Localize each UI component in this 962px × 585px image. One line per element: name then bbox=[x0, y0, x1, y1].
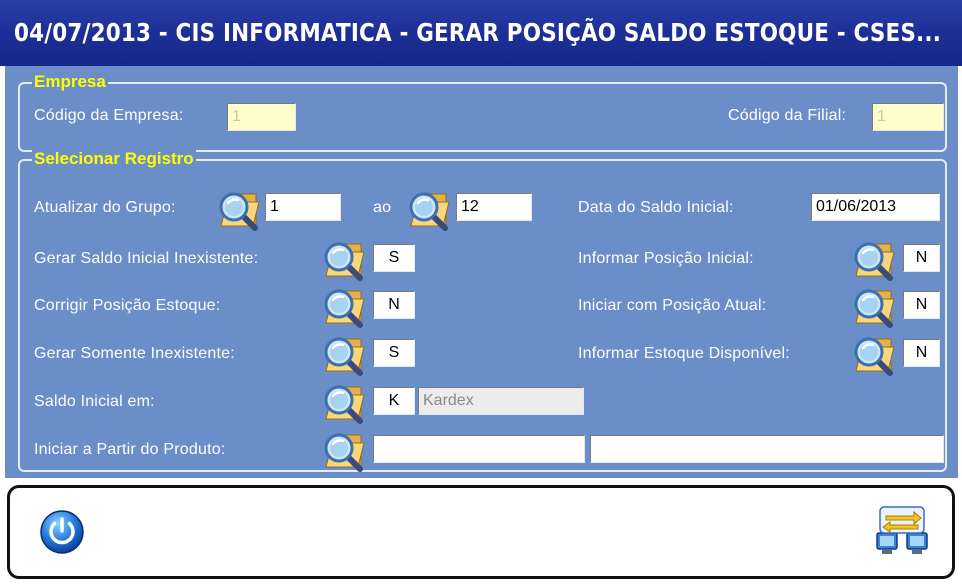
action-bar bbox=[7, 485, 955, 579]
codigo-filial-field[interactable]: 1 bbox=[872, 103, 944, 131]
gerar-saldo-inexistente-picker-icon[interactable] bbox=[320, 235, 370, 283]
gerar-somente-inexistente-field[interactable]: S bbox=[373, 339, 415, 367]
corrigir-posicao-label: Corrigir Posição Estoque: bbox=[34, 297, 221, 314]
gerar-somente-inexistente-label: Gerar Somente Inexistente: bbox=[34, 345, 235, 362]
gerar-saldo-inexistente-label: Gerar Saldo Inicial Inexistente: bbox=[34, 250, 259, 267]
window-title-bar: 04/07/2013 - CIS INFORMATICA - GERAR POS… bbox=[0, 0, 962, 66]
gerar-somente-inexistente-picker-icon[interactable] bbox=[320, 330, 370, 378]
iniciar-posicao-atual-picker-icon[interactable] bbox=[850, 282, 900, 330]
informar-posicao-inicial-field[interactable]: N bbox=[903, 244, 940, 272]
empresa-legend: Empresa bbox=[32, 72, 108, 92]
informar-posicao-inicial-picker-icon[interactable] bbox=[850, 235, 900, 283]
iniciar-partir-produto-desc-field bbox=[590, 435, 944, 463]
grupo-de-picker-icon[interactable] bbox=[215, 185, 265, 233]
grupo-ate-picker-icon[interactable] bbox=[405, 185, 455, 233]
ao-label: ao bbox=[373, 199, 392, 216]
codigo-empresa-label: Código da Empresa: bbox=[34, 107, 184, 124]
window-title: 04/07/2013 - CIS INFORMATICA - GERAR POS… bbox=[14, 18, 942, 47]
atualizar-grupo-label: Atualizar do Grupo: bbox=[34, 199, 176, 216]
iniciar-partir-produto-label: Iniciar a Partir do Produto: bbox=[34, 441, 226, 458]
informar-posicao-inicial-label: Informar Posição Inicial: bbox=[578, 250, 754, 267]
iniciar-posicao-atual-field[interactable]: N bbox=[903, 291, 940, 319]
corrigir-posicao-picker-icon[interactable] bbox=[320, 282, 370, 330]
selecionar-registro-group: Selecionar Registro Atualizar do Grupo: … bbox=[18, 149, 947, 474]
data-saldo-inicial-field[interactable]: 01/06/2013 bbox=[811, 193, 940, 221]
selecionar-registro-legend: Selecionar Registro bbox=[32, 149, 196, 169]
grupo-ate-field[interactable]: 12 bbox=[456, 193, 532, 221]
iniciar-partir-produto-code-field[interactable] bbox=[373, 435, 585, 463]
gerar-saldo-inexistente-field[interactable]: S bbox=[373, 244, 415, 272]
informar-estoque-disponivel-label: Informar Estoque Disponível: bbox=[578, 345, 790, 362]
saldo-inicial-em-picker-icon[interactable] bbox=[320, 378, 370, 426]
saldo-inicial-em-desc-field: Kardex bbox=[418, 387, 584, 415]
informar-estoque-disponivel-field[interactable]: N bbox=[903, 339, 940, 367]
data-saldo-inicial-label: Data do Saldo Inicial: bbox=[578, 199, 734, 216]
informar-estoque-disponivel-picker-icon[interactable] bbox=[850, 330, 900, 378]
codigo-filial-label: Código da Filial: bbox=[728, 107, 847, 124]
saldo-inicial-em-label: Saldo Inicial em: bbox=[34, 393, 155, 410]
iniciar-posicao-atual-label: Iniciar com Posição Atual: bbox=[578, 297, 767, 314]
iniciar-partir-produto-picker-icon[interactable] bbox=[320, 426, 370, 474]
corrigir-posicao-field[interactable]: N bbox=[373, 291, 415, 319]
computers-transfer-icon[interactable] bbox=[874, 503, 930, 559]
empresa-group: Empresa Código da Empresa: 1 Código da F… bbox=[18, 72, 947, 152]
main-panel: Empresa Código da Empresa: 1 Código da F… bbox=[5, 66, 958, 478]
saldo-inicial-em-code-field[interactable]: K bbox=[373, 387, 415, 415]
codigo-empresa-field[interactable]: 1 bbox=[227, 103, 296, 131]
grupo-de-field[interactable]: 1 bbox=[265, 193, 341, 221]
power-icon[interactable] bbox=[39, 509, 85, 555]
